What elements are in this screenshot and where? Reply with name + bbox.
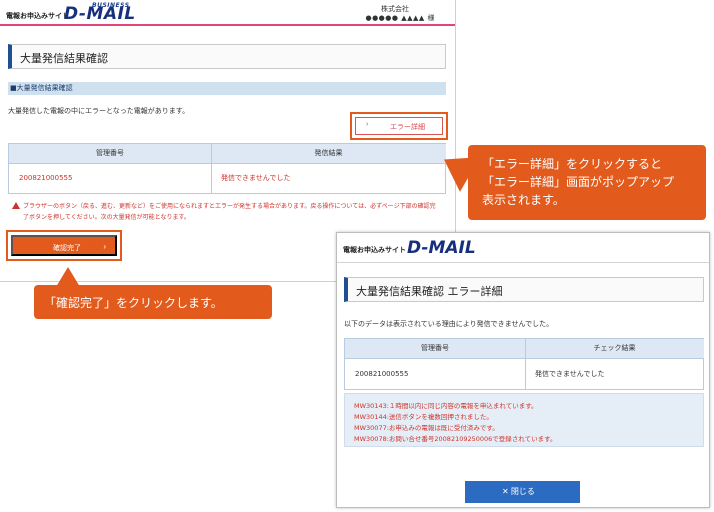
- error-item: MW30077:お申込みの電報は既に受付済みです。: [354, 424, 499, 432]
- error-item: MW30078:お問い合せ番号20082109250006で登録されています。: [354, 435, 557, 443]
- close-label: ✕ 閉じる: [502, 487, 535, 496]
- chevron-right-icon: ›: [103, 242, 106, 251]
- table-cell-id: 200821000555: [19, 174, 73, 182]
- user-name: ●●●●● ▲▲▲▲ 様: [365, 14, 435, 22]
- callout-pointer: [56, 267, 80, 287]
- logo-business-label: BUSINESS: [92, 2, 130, 9]
- callout-line-3: 表示されます。: [482, 193, 565, 207]
- column-header-result: 発信結果: [211, 144, 446, 163]
- result-message: 大量発信した電報の中にエラーとなった電報があります。: [8, 107, 190, 115]
- page-title: 大量発信結果確認: [8, 44, 446, 69]
- column-header-id: 管理番号: [9, 144, 211, 163]
- confirm-complete-button[interactable]: 確認完了 ›: [11, 235, 117, 256]
- error-detail-label: エラー詳細: [390, 124, 425, 131]
- error-detail-callout: 「エラー詳細」をクリックすると 「エラー詳細」画面がポップアップ 表示されます。: [434, 142, 706, 220]
- callout-line-1: 「エラー詳細」をクリックすると: [482, 157, 663, 171]
- confirm-callout-text: 「確認完了」をクリックします。: [44, 296, 223, 310]
- error-detail-popup: 電報お申込みサイト D-MAIL 大量発信結果確認 エラー詳細 以下のデータは表…: [336, 232, 710, 508]
- table-cell-result: 発信できませんでした: [221, 174, 291, 182]
- warning-line-1: ブラウザーのボタン（戻る、進む、更新など）をご使用になられますとエラーが発生する…: [23, 203, 436, 210]
- chevron-right-icon: ›: [366, 121, 369, 128]
- warning-line-2: 了ボタンを押してください。次の大量発信が可能となります。: [23, 214, 190, 221]
- callout-line-2: 「エラー詳細」画面がポップアップ: [482, 175, 675, 189]
- popup-message: 以下のデータは表示されている理由により発信できませんでした。: [344, 320, 554, 328]
- confirm-callout: 「確認完了」をクリックします。: [34, 267, 272, 319]
- error-list: MW30143:１時間以内に同じ内容の電報を申込まれています。 MW30144:…: [344, 393, 704, 447]
- popup-header: 電報お申込みサイト D-MAIL: [337, 233, 709, 263]
- confirm-highlight: 確認完了 ›: [6, 230, 122, 261]
- error-item: MW30143:１時間以内に同じ内容の電報を申込まれています。: [354, 402, 538, 410]
- page-title-text: 大量発信結果確認: [20, 52, 108, 65]
- warning-icon: [12, 202, 20, 209]
- error-item: MW30144:送信ボタンを複数回押されました。: [354, 413, 493, 421]
- table-cell-id: 200821000555: [355, 370, 409, 378]
- service-name: 電報お申込みサイト: [6, 12, 69, 20]
- popup-table: 管理番号 チェック結果 200821000555 発信できませんでした: [344, 338, 704, 390]
- error-detail-button[interactable]: › エラー詳細: [355, 117, 443, 135]
- column-header-id: 管理番号: [345, 339, 525, 358]
- service-name: 電報お申込みサイト: [343, 246, 406, 254]
- result-table: 管理番号 発信結果 200821000555 発信できませんでした: [8, 143, 446, 194]
- table-cell-result: 発信できませんでした: [535, 370, 605, 378]
- section-title: ■大量発信結果確認: [10, 84, 73, 92]
- popup-title: 大量発信結果確認 エラー詳細: [344, 277, 704, 302]
- section-header: ■大量発信結果確認: [8, 82, 446, 95]
- d-mail-logo: D-MAIL: [407, 238, 476, 258]
- error-detail-highlight: › エラー詳細: [350, 112, 448, 140]
- close-button[interactable]: ✕ 閉じる: [465, 481, 580, 503]
- site-header: 電報お申込みサイト D-MAIL BUSINESS 株式会社 ●●●●● ▲▲▲…: [0, 0, 455, 26]
- confirm-label: 確認完了: [53, 245, 81, 252]
- column-header-check: チェック結果: [525, 339, 704, 358]
- popup-title-text: 大量発信結果確認 エラー詳細: [356, 285, 503, 298]
